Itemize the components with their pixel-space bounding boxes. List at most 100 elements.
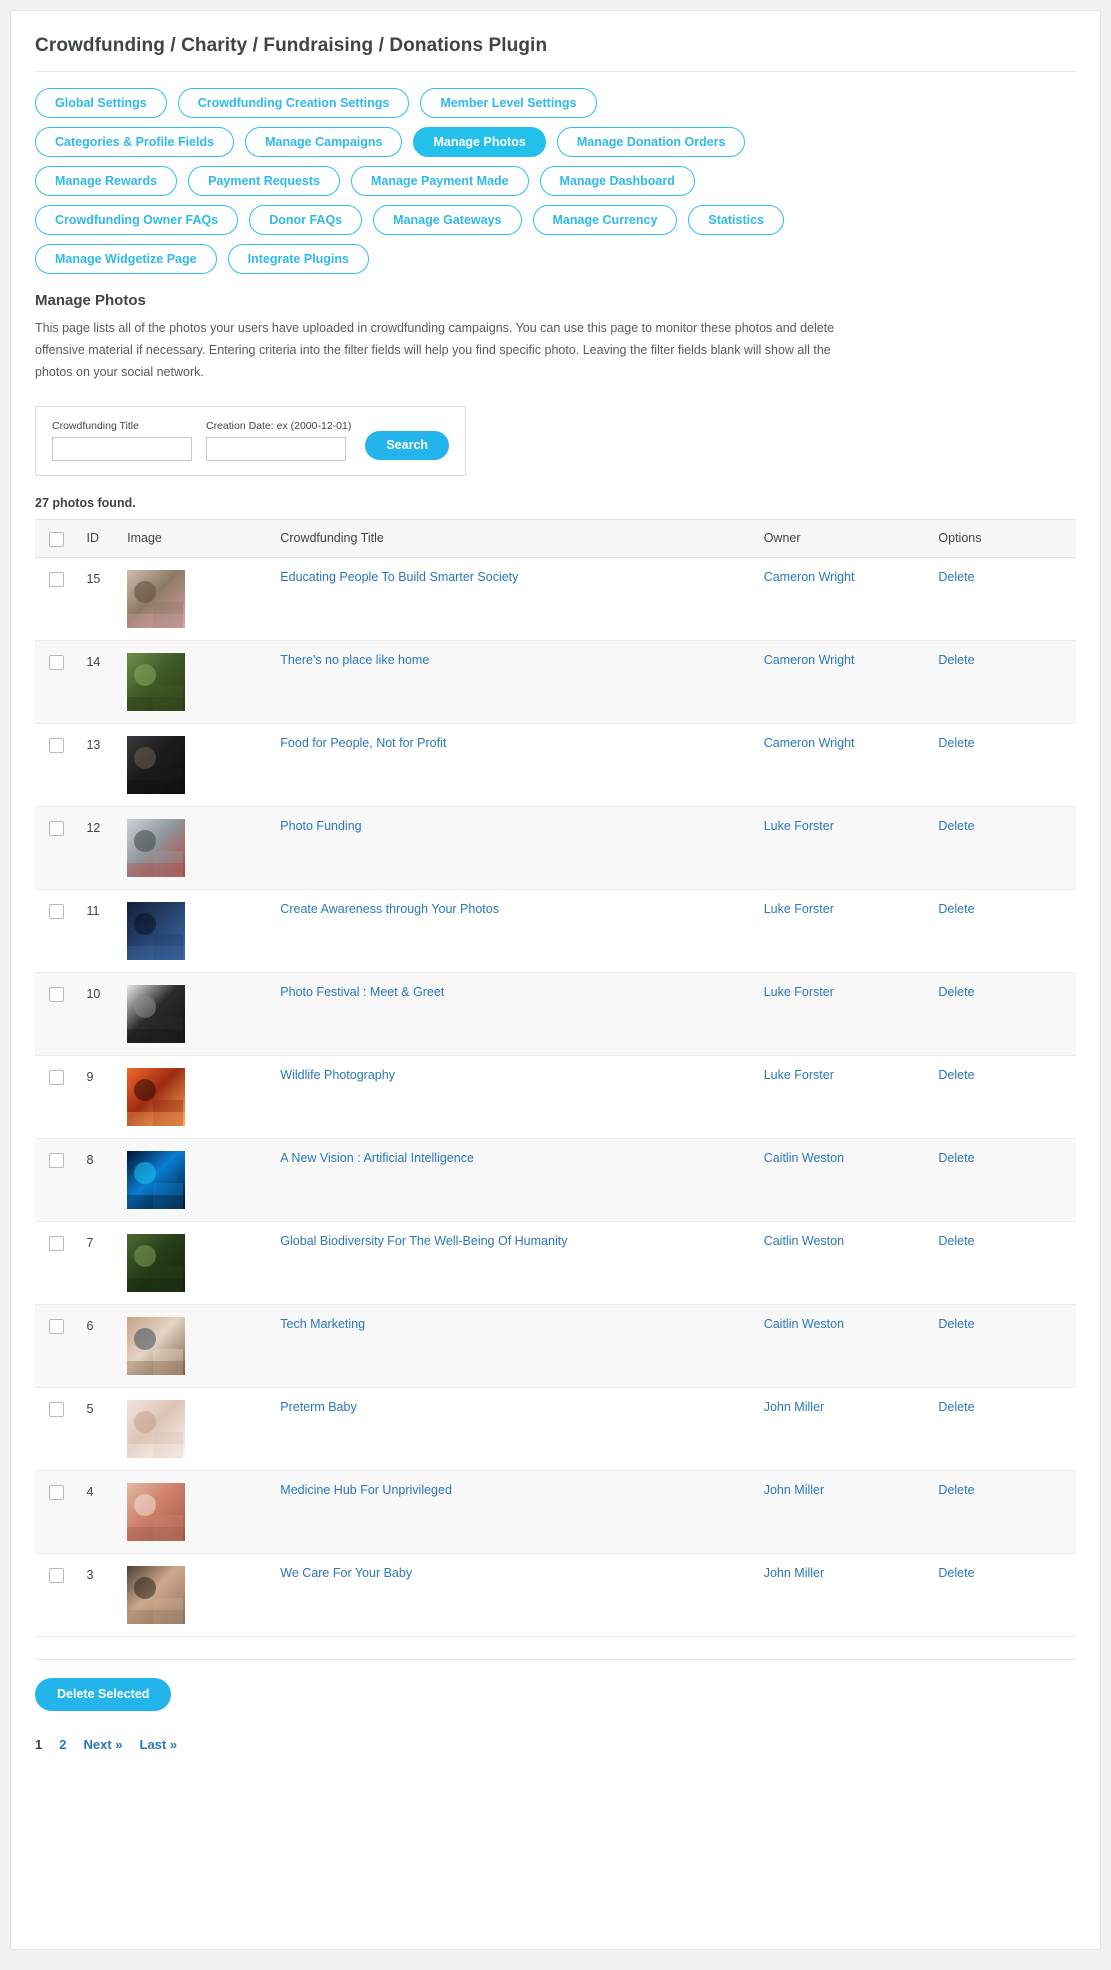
owner-link[interactable]: Caitlin Weston <box>764 1151 844 1165</box>
tab-manage-campaigns[interactable]: Manage Campaigns <box>245 127 403 157</box>
owner-link[interactable]: Caitlin Weston <box>764 1234 844 1248</box>
row-select-cell <box>35 1221 81 1305</box>
delete-link[interactable]: Delete <box>938 1483 974 1497</box>
tab-manage-rewards[interactable]: Manage Rewards <box>35 166 178 196</box>
tab-manage-payment-made[interactable]: Manage Payment Made <box>350 166 529 196</box>
row-checkbox[interactable] <box>49 1318 64 1334</box>
creation-date-input[interactable] <box>206 436 346 461</box>
row-checkbox[interactable] <box>49 571 64 587</box>
row-checkbox[interactable] <box>49 1401 64 1417</box>
delete-link[interactable]: Delete <box>938 1068 974 1082</box>
search-button[interactable]: Search <box>365 430 450 460</box>
tab-crowdfunding-owner-faqs[interactable]: Crowdfunding Owner FAQs <box>35 205 239 235</box>
header-owner: Owner <box>757 518 933 558</box>
table-row: 15 Educating People To Build Smarter Soci… <box>35 557 1076 641</box>
tab-crowdfunding-creation-settings[interactable]: Crowdfunding Creation Settings <box>177 88 410 118</box>
row-title-cell: Photo Festival : Meet & Greet <box>274 972 758 1056</box>
row-owner-cell: Luke Forster <box>757 889 933 973</box>
campaign-title-link[interactable]: Medicine Hub For Unprivileged <box>280 1483 452 1497</box>
delete-link[interactable]: Delete <box>938 570 974 584</box>
owner-link[interactable]: John Miller <box>764 1400 824 1414</box>
owner-link[interactable]: Caitlin Weston <box>764 1317 844 1331</box>
delete-link[interactable]: Delete <box>938 1234 974 1248</box>
owner-link[interactable]: Cameron Wright <box>764 570 855 584</box>
tab-manage-gateways[interactable]: Manage Gateways <box>373 205 522 235</box>
owner-link[interactable]: Luke Forster <box>764 819 834 833</box>
owner-link[interactable]: Luke Forster <box>764 985 834 999</box>
tab-manage-widgetize-page[interactable]: Manage Widgetize Page <box>35 244 217 274</box>
owner-link[interactable]: Luke Forster <box>764 902 834 916</box>
photo-thumbnail-night-crowd-icon[interactable] <box>127 901 186 960</box>
delete-link[interactable]: Delete <box>938 653 974 667</box>
photo-thumbnail-sunset-tree-icon[interactable] <box>127 1067 186 1126</box>
tab-manage-donation-orders[interactable]: Manage Donation Orders <box>556 127 746 157</box>
photo-thumbnail-crowd-audience-icon[interactable] <box>127 569 186 628</box>
tab-donor-faqs[interactable]: Donor FAQs <box>249 205 363 235</box>
crowdfunding-title-input[interactable] <box>52 436 192 461</box>
photo-thumbnail-baby-hands-icon[interactable] <box>127 1565 186 1624</box>
campaign-title-link[interactable]: Create Awareness through Your Photos <box>280 902 499 916</box>
tab-categories-profile-fields[interactable]: Categories & Profile Fields <box>35 127 235 157</box>
row-checkbox[interactable] <box>49 1484 64 1500</box>
photo-thumbnail-gallery-wall-icon[interactable] <box>127 818 186 877</box>
delete-link[interactable]: Delete <box>938 736 974 750</box>
photo-thumbnail-bw-frames-icon[interactable] <box>127 984 186 1043</box>
row-checkbox[interactable] <box>49 1152 64 1168</box>
row-checkbox[interactable] <box>49 737 64 753</box>
delete-link[interactable]: Delete <box>938 1317 974 1331</box>
tab-manage-currency[interactable]: Manage Currency <box>532 205 678 235</box>
campaign-title-link[interactable]: Wildlife Photography <box>280 1068 395 1082</box>
row-checkbox[interactable] <box>49 654 64 670</box>
campaign-title-link[interactable]: Photo Funding <box>280 819 361 833</box>
select-all-checkbox[interactable] <box>49 531 64 547</box>
owner-link[interactable]: Cameron Wright <box>764 736 855 750</box>
photo-thumbnail-pills-hands-icon[interactable] <box>127 1482 186 1541</box>
tab-payment-requests[interactable]: Payment Requests <box>188 166 340 196</box>
pagination-link[interactable]: Next » <box>83 1737 122 1752</box>
campaign-title-link[interactable]: Tech Marketing <box>280 1317 365 1331</box>
pagination-link[interactable]: 2 <box>59 1737 66 1752</box>
row-title-cell: Create Awareness through Your Photos <box>274 889 758 973</box>
campaign-title-link[interactable]: We Care For Your Baby <box>280 1566 412 1580</box>
tab-statistics[interactable]: Statistics <box>688 205 785 235</box>
row-checkbox[interactable] <box>49 903 64 919</box>
tab-global-settings[interactable]: Global Settings <box>35 88 167 118</box>
tab-manage-dashboard[interactable]: Manage Dashboard <box>539 166 695 196</box>
pagination-link[interactable]: Last » <box>140 1737 178 1752</box>
campaign-title-link[interactable]: Educating People To Build Smarter Societ… <box>280 570 518 584</box>
photo-thumbnail-green-forest-house-icon[interactable] <box>127 652 186 711</box>
delete-link[interactable]: Delete <box>938 1151 974 1165</box>
row-owner-cell: John Miller <box>757 1387 933 1471</box>
campaign-title-link[interactable]: There's no place like home <box>280 653 429 667</box>
owner-link[interactable]: John Miller <box>764 1566 824 1580</box>
row-checkbox[interactable] <box>49 1567 64 1583</box>
owner-link[interactable]: John Miller <box>764 1483 824 1497</box>
campaign-title-link[interactable]: Preterm Baby <box>280 1400 356 1414</box>
photo-thumbnail-dark-person-icon[interactable] <box>127 735 186 794</box>
photo-thumbnail-baby-sleep-icon[interactable] <box>127 1399 186 1458</box>
tab-manage-photos[interactable]: Manage Photos <box>413 127 546 157</box>
row-checkbox[interactable] <box>49 820 64 836</box>
tab-member-level-settings[interactable]: Member Level Settings <box>420 88 597 118</box>
row-checkbox[interactable] <box>49 1069 64 1085</box>
campaign-title-link[interactable]: Food for People, Not for Profit <box>280 736 446 750</box>
photo-thumbnail-forest-trees-icon[interactable] <box>127 1233 186 1292</box>
row-checkbox[interactable] <box>49 1235 64 1251</box>
campaign-title-link[interactable]: Photo Festival : Meet & Greet <box>280 985 444 999</box>
delete-link[interactable]: Delete <box>938 1566 974 1580</box>
campaign-title-link[interactable]: A New Vision : Artificial Intelligence <box>280 1151 474 1165</box>
delete-selected-button[interactable]: Delete Selected <box>35 1677 172 1711</box>
row-select-cell <box>35 640 81 724</box>
delete-link[interactable]: Delete <box>938 902 974 916</box>
tab-integrate-plugins[interactable]: Integrate Plugins <box>227 244 369 274</box>
photo-thumbnail-laptop-desk-icon[interactable] <box>127 1316 186 1375</box>
campaign-title-link[interactable]: Global Biodiversity For The Well-Being O… <box>280 1234 567 1248</box>
delete-link[interactable]: Delete <box>938 1400 974 1414</box>
delete-link[interactable]: Delete <box>938 985 974 999</box>
owner-link[interactable]: Luke Forster <box>764 1068 834 1082</box>
row-checkbox[interactable] <box>49 986 64 1002</box>
delete-link[interactable]: Delete <box>938 819 974 833</box>
owner-link[interactable]: Cameron Wright <box>764 653 855 667</box>
photo-thumbnail-ai-brain-icon[interactable] <box>127 1150 186 1209</box>
row-options-cell: Delete <box>932 1221 1076 1305</box>
